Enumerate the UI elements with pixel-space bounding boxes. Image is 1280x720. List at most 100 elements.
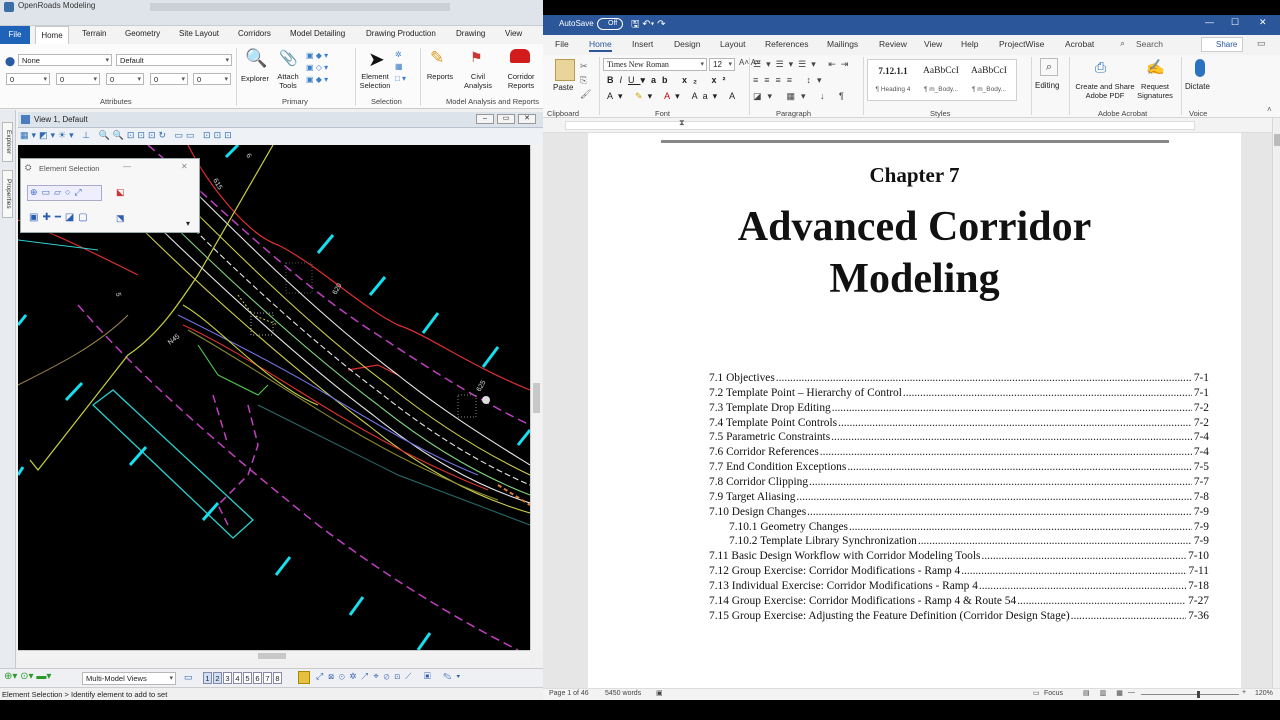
list-indent-buttons[interactable]: ☰▾☰▾☰▾ ⇤⇥	[753, 59, 853, 70]
document-vertical-scrollbar[interactable]	[1272, 118, 1280, 688]
element-selection-button[interactable]: Element Selection	[356, 72, 394, 90]
zoom-slider[interactable]	[1141, 694, 1239, 695]
focus-button[interactable]: Focus	[1044, 690, 1063, 697]
vertical-scroll-thumb[interactable]	[533, 383, 540, 413]
word-tab-insert[interactable]: Insert	[632, 39, 653, 49]
tab-view[interactable]: View	[505, 29, 522, 38]
selection-method-icons[interactable]: ⊕▭▱○⤢	[30, 187, 86, 198]
style-heading4[interactable]: 7.12.1.1 ¶ Heading 4	[870, 66, 916, 104]
minimize-icon[interactable]: —	[1205, 17, 1214, 27]
maximize-icon[interactable]: ☐	[1231, 17, 1239, 28]
style-combo[interactable]: Default	[116, 54, 232, 66]
horizontal-ruler[interactable]: ⧗	[543, 118, 1280, 133]
explorer-button[interactable]: Explorer	[238, 74, 272, 83]
horizontal-scroll-thumb[interactable]	[258, 653, 286, 659]
toc-entry[interactable]: 7.4 Template Point Controls 7-2	[709, 417, 1209, 432]
search-box[interactable]: Search	[1136, 39, 1163, 49]
view-button-8[interactable]: 8	[273, 672, 282, 684]
focus-icon[interactable]: ▭	[1033, 689, 1040, 697]
view-close-button[interactable]: ✕	[518, 114, 536, 124]
word-tab-layout[interactable]: Layout	[720, 39, 746, 49]
create-share-pdf-button[interactable]: Create and Share Adobe PDF	[1073, 82, 1137, 100]
alignment-buttons[interactable]: ≡≡≡≡ ↕▾	[753, 75, 828, 86]
transparency-combo[interactable]: 0	[150, 73, 188, 85]
font-size-combo[interactable]: 12	[709, 58, 735, 71]
toc-entry[interactable]: 7.10 Design Changes 7-9	[709, 506, 1209, 521]
tab-drawing-production[interactable]: Drawing Production	[366, 29, 436, 38]
editing-button[interactable]: Editing	[1035, 81, 1059, 90]
share-button[interactable]: Share	[1201, 37, 1243, 52]
view-button-7[interactable]: 7	[263, 672, 272, 684]
properties-side-tab[interactable]: Properties	[2, 170, 13, 218]
selection-mode-icons[interactable]: ▣✚━◪▢	[29, 212, 92, 223]
dialog-minimize-button[interactable]: —	[123, 162, 131, 171]
paste-button[interactable]: Paste	[553, 83, 573, 92]
toc-entry[interactable]: 7.11 Basic Design Workflow with Corridor…	[709, 550, 1209, 565]
word-tab-design[interactable]: Design	[674, 39, 700, 49]
canvas-horizontal-scrollbar[interactable]	[18, 650, 530, 661]
toc-entry[interactable]: 7.5 Parametric Constraints 7-4	[709, 431, 1209, 446]
zoom-in-icon[interactable]: +	[1242, 689, 1246, 696]
attach-tools-button[interactable]: Attach Tools	[272, 72, 304, 90]
view-mode-icons[interactable]: ▤▥▦	[1083, 689, 1133, 697]
dictate-button[interactable]: Dictate	[1185, 82, 1210, 91]
style-m-body-1[interactable]: AaBbCcI ¶ m_Body...	[918, 66, 964, 104]
toc-entry[interactable]: 7.12 Group Exercise: Corridor Modificati…	[709, 565, 1209, 580]
toc-entry[interactable]: 7.14 Group Exercise: Corridor Modificati…	[709, 595, 1209, 610]
save-undo-icons[interactable]: 🖫 ↶▾ ↷	[631, 17, 666, 34]
toc-entry[interactable]: 7.2 Template Point – Hierarchy of Contro…	[709, 387, 1209, 402]
tab-model-detailing[interactable]: Model Detailing	[290, 29, 345, 38]
view-button-2[interactable]: 2	[213, 672, 222, 684]
quick-access-toolbar[interactable]	[150, 3, 450, 11]
selection-options-icon[interactable]: ⬔	[116, 213, 125, 224]
selection-small-tools[interactable]: ✲ ▦ □ ▾	[395, 49, 406, 85]
close-icon[interactable]: ✕	[1259, 17, 1267, 28]
expand-dialog-icon[interactable]: ▾	[186, 219, 190, 228]
view-groups-icon[interactable]: ▭	[184, 672, 193, 683]
font-format-buttons[interactable]: BIU▾ab x₂ x²	[607, 75, 732, 86]
view-button-4[interactable]: 4	[233, 672, 242, 684]
word-tab-file[interactable]: File	[555, 39, 569, 49]
tab-terrain[interactable]: Terrain	[82, 29, 106, 38]
dialog-close-button[interactable]: ✕	[181, 162, 188, 171]
selection-reset-icon[interactable]: ⬕	[116, 187, 125, 198]
toc-entry[interactable]: 7.10.1 Geometry Changes 7-9	[729, 521, 1209, 536]
indent-marker-icon[interactable]: ⧗	[679, 118, 685, 128]
linestyle-combo[interactable]: 0	[106, 73, 144, 85]
word-tab-help[interactable]: Help	[961, 39, 978, 49]
view-toolbar[interactable]: ▦▾◩▾☀▾ ⊥ 🔍🔍⊡⊡⊡↻ ▭▭ ⊡⊡⊡	[18, 128, 543, 144]
toc-entry[interactable]: 7.8 Corridor Clipping 7-7	[709, 476, 1209, 491]
priority-combo[interactable]: 0	[193, 73, 231, 85]
shading-border-buttons[interactable]: ◪▾ ▦▾ ↓ ¶	[753, 91, 850, 102]
tab-home[interactable]: Home	[35, 26, 69, 44]
view-minimize-button[interactable]: –	[476, 114, 494, 124]
canvas-vertical-scrollbar[interactable]	[530, 145, 542, 650]
clipboard-small-icons[interactable]: ✂ ⎘ 🖌	[580, 59, 591, 101]
tab-corridors[interactable]: Corridors	[238, 29, 271, 38]
toc-entry[interactable]: 7.9 Target Aliasing 7-8	[709, 491, 1209, 506]
view-group-combo[interactable]: Multi-Model Views	[82, 672, 176, 685]
view-button-1[interactable]: 1	[203, 672, 212, 684]
tab-drawing[interactable]: Drawing	[456, 29, 485, 38]
tab-file[interactable]: File	[0, 26, 30, 44]
font-name-combo[interactable]: Times New Roman	[603, 58, 707, 71]
primary-small-tools[interactable]: ▣ ◆ ▾ ▣ ◇ ▾ ▣ ◆ ▾	[306, 50, 351, 86]
toc-entry[interactable]: 7.13 Individual Exercise: Corridor Modif…	[709, 580, 1209, 595]
page-count[interactable]: Page 1 of 46	[549, 690, 589, 697]
request-signatures-button[interactable]: Request Signatures	[1135, 82, 1175, 100]
autosave-toggle[interactable]: Off	[597, 18, 623, 30]
toc-entry[interactable]: 7.3 Template Drop Editing 7-2	[709, 402, 1209, 417]
word-tab-mailings[interactable]: Mailings	[827, 39, 858, 49]
word-count[interactable]: 5450 words	[605, 690, 641, 697]
selection-method-group[interactable]: ⊕▭▱○⤢	[27, 185, 102, 201]
style-m-body-2[interactable]: AaBbCcI ¶ m_Body...	[966, 66, 1012, 104]
styles-gallery[interactable]: 7.12.1.1 ¶ Heading 4 AaBbCcI ¶ m_Body...…	[867, 59, 1017, 101]
document-scroll-thumb[interactable]	[1274, 134, 1280, 146]
level-combo[interactable]: None	[18, 54, 112, 66]
color-combo[interactable]: 0	[6, 73, 50, 85]
ribbon-options-icon[interactable]: ▭	[1257, 38, 1266, 49]
font-color-buttons[interactable]: A▾ ✎▾ A▾ Aa▾ A	[607, 91, 740, 102]
weight-combo[interactable]: 0	[56, 73, 100, 85]
explorer-side-tab[interactable]: Explorer	[2, 122, 13, 162]
toc-entry[interactable]: 7.1 Objectives 7-1	[709, 372, 1209, 387]
